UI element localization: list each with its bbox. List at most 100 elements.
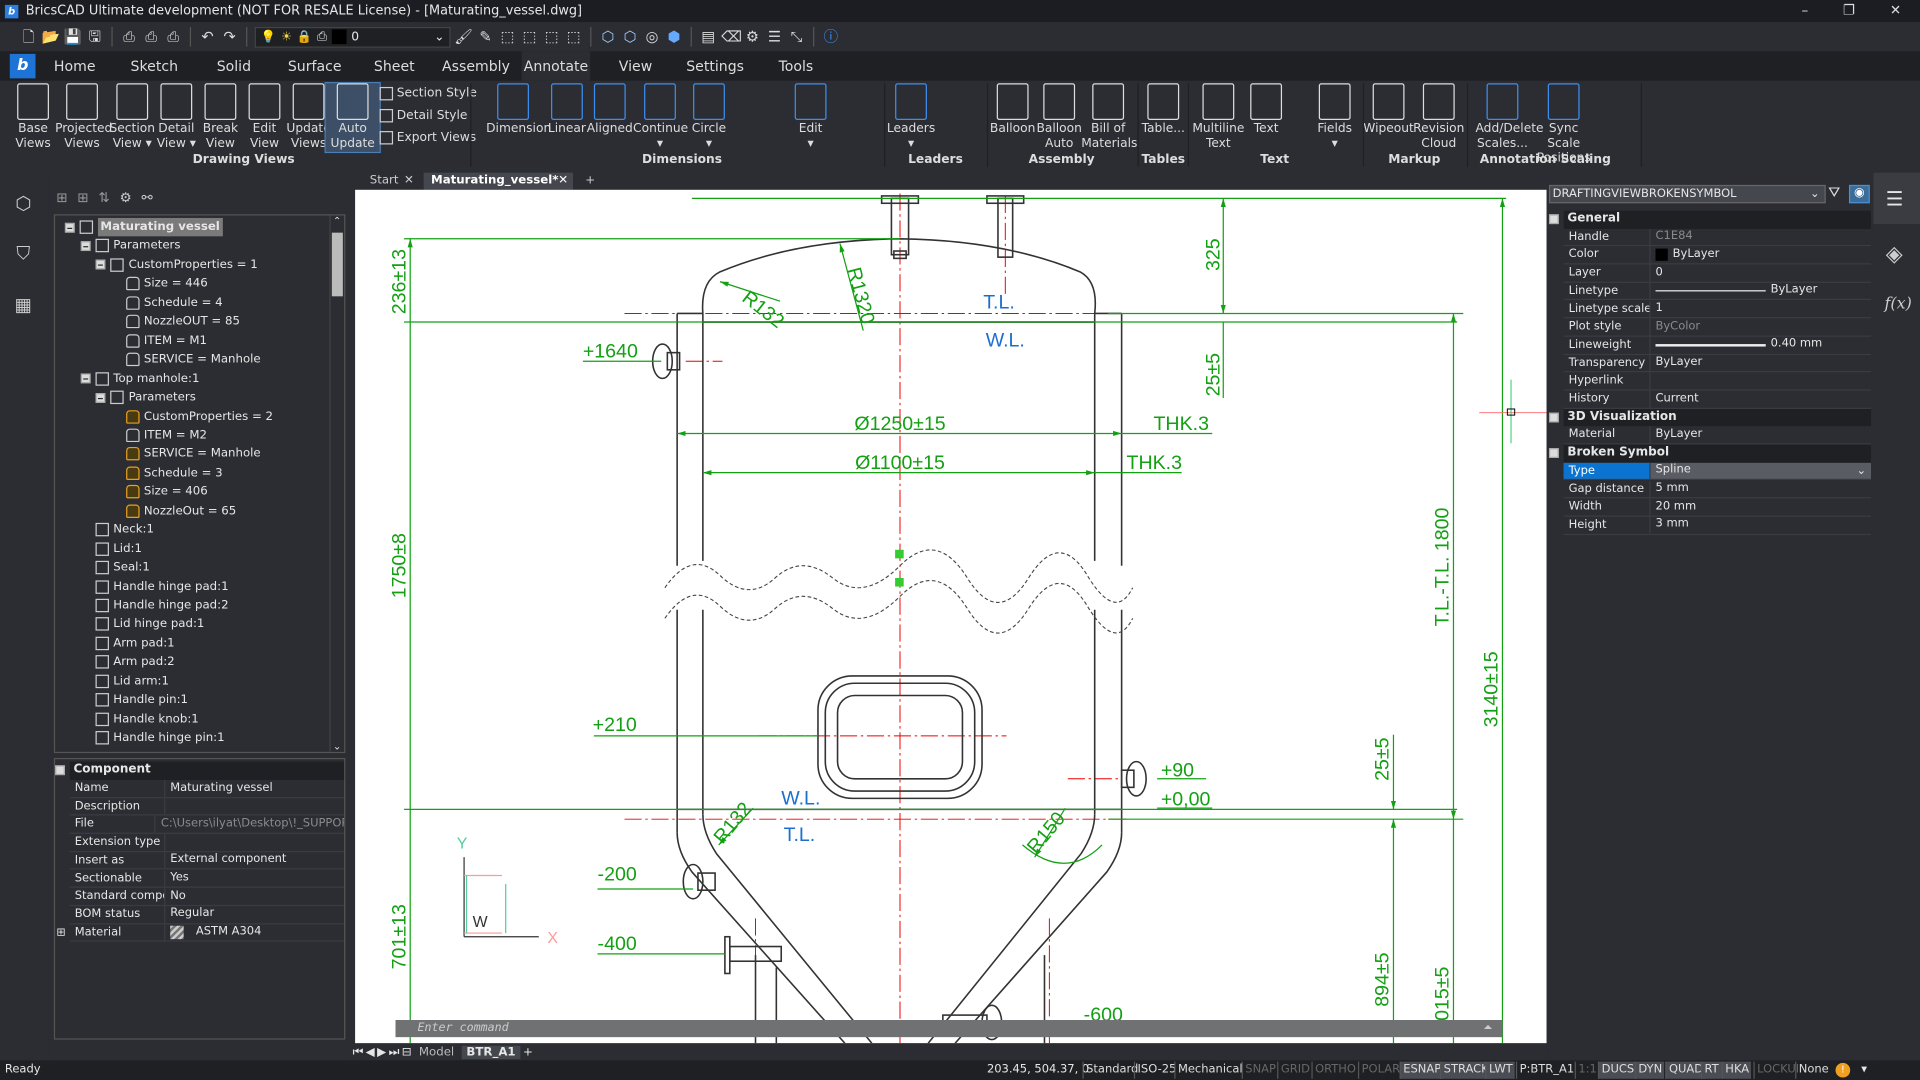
collapse-toggle-icon[interactable]	[95, 392, 106, 403]
layers-icon[interactable]: ◈	[1886, 241, 1903, 267]
property-value[interactable]: ASTM A304	[165, 924, 261, 941]
property-value[interactable]: Maturating vessel	[165, 780, 272, 797]
property-value[interactable]: 1	[1651, 301, 1871, 318]
toggle-pickadd-eye-icon[interactable]: ◉	[1848, 184, 1870, 204]
property-row[interactable]: Hyperlink	[1563, 372, 1872, 391]
tree-node[interactable]: ITEM = M1	[111, 331, 207, 349]
tab-assembly[interactable]: Assembly	[442, 51, 510, 80]
layout-tab-btr-a1[interactable]: BTR_A1	[461, 1045, 521, 1059]
property-value[interactable]	[165, 834, 170, 851]
doc-tab[interactable]: Maturating_vessel* ✕	[423, 172, 574, 190]
property-value[interactable]: ByLayer	[1651, 247, 1871, 264]
tree-node[interactable]: Parameters	[95, 388, 196, 406]
section-style-button[interactable]: Section Style	[379, 86, 477, 101]
status-toggle-dyn[interactable]: DYN	[1634, 1061, 1665, 1079]
property-value[interactable]: 0	[1651, 265, 1871, 282]
property-row[interactable]: Lineweight 0.40 mm	[1563, 336, 1872, 355]
collapse-icon[interactable]	[1548, 448, 1559, 459]
entity-type-dropdown[interactable]: DRAFTINGVIEWBROKENSYMBOL ⌄	[1548, 184, 1826, 204]
status-toggle-polar[interactable]: POLAR	[1357, 1061, 1403, 1079]
property-row[interactable]: Material ASTM A304 ⊞	[56, 923, 345, 942]
tree-node[interactable]: Maturating vessel	[64, 217, 223, 237]
tool-sync-scalebutton[interactable]: Sync Scale Positions	[1537, 83, 1591, 165]
property-row[interactable]: History Current	[1563, 390, 1872, 409]
panels-icon[interactable]: ▤	[699, 28, 717, 46]
scrollbar-thumb[interactable]	[331, 232, 343, 297]
new-tab-plus-icon[interactable]: +	[578, 173, 603, 190]
property-row[interactable]: Linetype ByLayer	[1563, 282, 1872, 301]
tree-node[interactable]: ITEM = M2	[111, 426, 207, 444]
tool-table-button[interactable]: Table...	[1136, 83, 1190, 152]
property-row[interactable]: Layer 0	[1563, 264, 1872, 283]
collapse-toggle-icon[interactable]	[95, 260, 106, 270]
properties-toggle-icon[interactable]: ☰	[765, 28, 783, 46]
status-toggle-quad[interactable]: QUAD	[1665, 1061, 1706, 1079]
save-icon[interactable]: 💾	[64, 28, 82, 46]
tree-node[interactable]: Arm pad:1	[80, 634, 175, 652]
property-value[interactable]: 5 mm	[1651, 481, 1871, 498]
property-row[interactable]: Gap distance 5 mm	[1563, 480, 1872, 499]
property-value[interactable]: 3 mm	[1651, 517, 1871, 534]
expand-icon[interactable]: ⊞	[56, 924, 65, 942]
property-value[interactable]: 20 mm	[1651, 499, 1871, 516]
property-value[interactable]: External component	[165, 852, 286, 869]
layout-list-icon[interactable]: ⊟	[402, 1045, 412, 1058]
tree-node[interactable]: Handle hinge pin:1	[80, 729, 225, 747]
tool-autobutton[interactable]: Auto Update	[324, 82, 381, 154]
open-icon[interactable]: 📂	[42, 28, 60, 46]
drawing-canvas[interactable]: 236±13 1750±8 701±13 325 25±5 T.L.-T.L. …	[355, 189, 1547, 1044]
tree-node[interactable]: Handle hinge pad:2	[80, 596, 229, 614]
section-header-general[interactable]: General	[1548, 210, 1872, 229]
doc-tab[interactable]: Start ✕	[362, 173, 418, 190]
property-value[interactable]	[165, 798, 170, 815]
layer-dropdown[interactable]: 💡 ☀ 🔒 ⎙ 0 ⌄	[254, 26, 451, 48]
first-layout-icon[interactable]: ⏮	[353, 1045, 364, 1058]
property-row[interactable]: Transparency ByLayer	[1563, 354, 1872, 373]
command-line[interactable]: Enter command ⏶	[395, 1020, 1503, 1038]
grip-handle[interactable]	[895, 549, 904, 559]
deselect-icon[interactable]: ⬚	[542, 28, 560, 46]
tool-editbutton[interactable]: Edit ▾	[784, 83, 838, 152]
scroll-up-icon[interactable]: ⌃	[333, 216, 341, 227]
tree-node[interactable]: NozzleOUT = 85	[111, 313, 240, 331]
property-row[interactable]: Standard compone No	[69, 887, 345, 906]
tree-node[interactable]: CustomProperties = 1	[95, 256, 258, 274]
status-toggle-ducs[interactable]: DUCS	[1597, 1061, 1637, 1079]
tree-node[interactable]: Arm pad:2	[80, 653, 175, 671]
tool-dimensionbutton[interactable]: Dimension	[486, 83, 551, 152]
add-layout-button[interactable]: +	[523, 1045, 533, 1058]
select-icon[interactable]: ⬚	[498, 28, 516, 46]
mechanical-browser-icon[interactable]: ⬡	[11, 192, 35, 216]
tool-basebutton[interactable]: Base Views	[6, 83, 60, 152]
new-icon[interactable]: 🗋	[20, 28, 38, 46]
tree-node[interactable]: SERVICE = Manhole	[111, 445, 261, 463]
tool-revisionbutton[interactable]: Revision Cloud	[1412, 83, 1466, 152]
property-value[interactable]: Regular	[165, 906, 214, 923]
tab-settings[interactable]: Settings	[683, 51, 747, 80]
restore-button[interactable]: ❐	[1827, 0, 1871, 22]
status-toggle-p-btr-a1[interactable]: P:BTR_A1	[1515, 1061, 1577, 1079]
status-toggle-strack[interactable]: STRACK	[1440, 1061, 1492, 1079]
tab-surface[interactable]: Surface	[284, 51, 345, 80]
status-toggle-grid[interactable]: GRID	[1277, 1061, 1312, 1079]
property-row[interactable]: Extension type	[69, 833, 345, 852]
prev-layout-icon[interactable]: ◀	[366, 1045, 375, 1058]
tree-node[interactable]: Neck:1	[80, 521, 154, 539]
view-cube-icon[interactable]: ⬡	[599, 28, 617, 46]
close-tab-icon[interactable]: ✕	[404, 173, 414, 190]
parameters-fx-icon[interactable]: f(x)	[1884, 295, 1911, 313]
eraser-icon[interactable]: ⌫	[721, 28, 742, 46]
properties-tab[interactable]: ☰	[1873, 172, 1920, 225]
property-value[interactable]: C:\Users\ilyat\Desktop\!_SUPPORT\s	[156, 816, 344, 833]
property-value[interactable]: ByLayer	[1651, 427, 1871, 444]
property-row[interactable]: Material ByLayer	[1563, 426, 1872, 445]
export-views-button[interactable]: Export Views	[379, 131, 476, 145]
property-row[interactable]: Height 3 mm	[1563, 516, 1872, 535]
find-binoculars-icon[interactable]: ⚯	[141, 190, 152, 206]
status-menu-chevron-icon[interactable]: ▾	[1861, 1060, 1867, 1080]
visual-style-icon[interactable]: ⬢	[665, 28, 683, 46]
tree-node[interactable]: CustomProperties = 2	[111, 407, 273, 425]
tab-sheet-metal[interactable]: Sheet Metal	[355, 51, 433, 105]
tree-node[interactable]: Schedule = 3	[111, 464, 223, 482]
property-row[interactable]: Handle C1E84	[1563, 228, 1872, 247]
